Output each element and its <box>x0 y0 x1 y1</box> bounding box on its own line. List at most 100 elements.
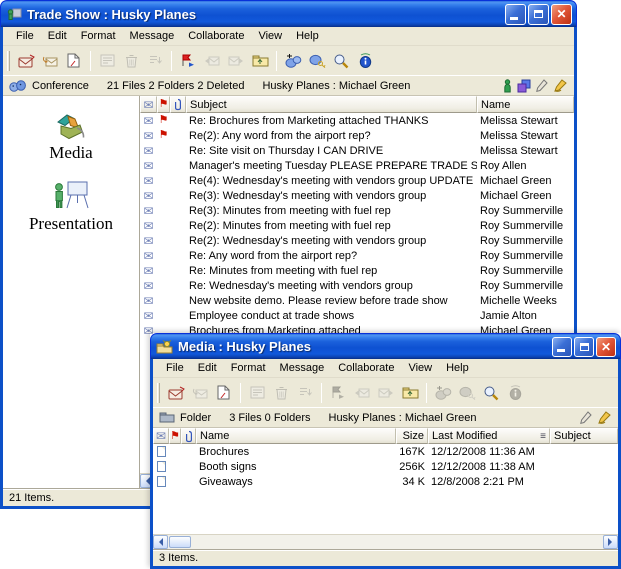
close-button[interactable]: ✕ <box>596 337 616 357</box>
new-document-button[interactable] <box>212 381 236 405</box>
header-subject[interactable]: Subject <box>186 96 477 113</box>
header-flag[interactable]: ⚑ <box>169 428 181 444</box>
table-row[interactable]: ✉⚑Re: Wednesday's meeting with vendors g… <box>140 278 574 293</box>
menu-edit[interactable]: Edit <box>42 28 73 44</box>
horizontal-scrollbar[interactable] <box>153 534 618 549</box>
menu-view[interactable]: View <box>402 360 438 376</box>
pen-icon[interactable] <box>553 79 568 92</box>
summarize-button[interactable] <box>293 381 317 405</box>
reply-button[interactable] <box>188 381 212 405</box>
add-member-button[interactable] <box>431 381 455 405</box>
menu-message[interactable]: Message <box>274 360 331 376</box>
header-attachment[interactable] <box>170 96 186 113</box>
titlebar[interactable]: Media : Husky Planes ✕ <box>150 333 621 359</box>
toolbar-grip[interactable] <box>7 51 10 71</box>
table-row[interactable]: ✉⚑Re(2): Wednesday's meeting with vendor… <box>140 233 574 248</box>
menu-message[interactable]: Message <box>124 28 181 44</box>
prev-unread-button[interactable] <box>200 49 224 73</box>
scroll-right-button[interactable] <box>603 535 618 549</box>
maximize-button[interactable] <box>528 4 549 25</box>
new-document-button[interactable] <box>62 49 86 73</box>
pages-icon[interactable] <box>517 79 531 93</box>
table-row[interactable]: ✉⚑Re(3): Minutes from meeting with fuel … <box>140 203 574 218</box>
table-row[interactable]: ✉⚑Re(2): Any word from the airport rep?M… <box>140 128 574 143</box>
table-row[interactable]: ✉⚑Manager's meeting Tuesday PLEASE PREPA… <box>140 158 574 173</box>
menu-file[interactable]: File <box>10 28 40 44</box>
menu-view[interactable]: View <box>252 28 288 44</box>
toolbar-grip[interactable] <box>157 383 160 403</box>
table-row[interactable]: Booth signs256K12/12/2008 11:38 AM <box>153 459 618 474</box>
header-last-modified[interactable]: Last Modified≡ <box>428 428 550 444</box>
file-list: ✉ ⚑ Name Size Last Modified≡ Subject Bro… <box>153 428 618 549</box>
table-row[interactable]: ✉⚑Re(2): Minutes from meeting with fuel … <box>140 218 574 233</box>
menu-help[interactable]: Help <box>290 28 325 44</box>
table-row[interactable]: Brochures167K12/12/2008 11:36 AM <box>153 444 618 459</box>
header-attachment[interactable] <box>181 428 196 444</box>
history-button[interactable] <box>503 381 527 405</box>
header-name[interactable]: Name <box>196 428 396 444</box>
minimize-button[interactable] <box>552 337 572 357</box>
table-row[interactable]: ✉⚑Re: Any word from the airport rep?Roy … <box>140 248 574 263</box>
menu-bar: File Edit Format Message Collaborate Vie… <box>153 359 618 378</box>
parent-folder-button[interactable] <box>248 49 272 73</box>
table-row[interactable]: ✉⚑Employee conduct at trade showsJamie A… <box>140 308 574 323</box>
sidebar-item-media[interactable]: Media <box>49 112 92 163</box>
delete-button[interactable] <box>269 381 293 405</box>
header-size[interactable]: Size <box>396 428 428 444</box>
reply-icon <box>192 386 209 400</box>
maximize-button[interactable] <box>574 337 594 357</box>
sidebar-item-presentation[interactable]: Presentation <box>29 179 113 234</box>
flag-button[interactable] <box>326 381 350 405</box>
pencil-icon[interactable] <box>580 411 592 424</box>
pencil-icon[interactable] <box>536 79 548 92</box>
header-flag[interactable]: ⚑ <box>157 96 170 113</box>
permissions-button[interactable] <box>305 49 329 73</box>
parent-folder-button[interactable] <box>398 381 422 405</box>
header-subject[interactable]: Subject <box>550 428 618 444</box>
toolbar-separator <box>171 51 172 71</box>
add-member-button[interactable] <box>281 49 305 73</box>
table-row[interactable]: Giveaways34 K12/8/2008 2:21 PM <box>153 474 618 489</box>
table-row[interactable]: ✉⚑Re(3): Wednesday's meeting with vendor… <box>140 188 574 203</box>
summarize-button[interactable] <box>143 49 167 73</box>
flag-button[interactable] <box>176 49 200 73</box>
scrollbar-thumb[interactable] <box>169 536 191 548</box>
reply-button[interactable] <box>38 49 62 73</box>
search-button[interactable] <box>479 381 503 405</box>
properties-button[interactable] <box>245 381 269 405</box>
next-unread-button[interactable] <box>374 381 398 405</box>
table-row[interactable]: ✉⚑Re(4): Wednesday's meeting with vendor… <box>140 173 574 188</box>
menu-format[interactable]: Format <box>75 28 122 44</box>
header-name[interactable]: Name <box>477 96 574 113</box>
subject-cell: Re(2): Wednesday's meeting with vendors … <box>186 235 477 247</box>
menu-edit[interactable]: Edit <box>192 360 223 376</box>
titlebar[interactable]: Trade Show : Husky Planes ✕ <box>0 0 577 27</box>
table-row[interactable]: ✉⚑Re: Site visit on Thursday I CAN DRIVE… <box>140 143 574 158</box>
menu-collaborate[interactable]: Collaborate <box>332 360 400 376</box>
scroll-left-button[interactable] <box>153 535 168 549</box>
table-row[interactable]: ✉⚑Re: Minutes from meeting with fuel rep… <box>140 263 574 278</box>
minimize-button[interactable] <box>505 4 526 25</box>
name-cell: Melissa Stewart <box>477 115 574 127</box>
delete-button[interactable] <box>119 49 143 73</box>
header-message-icon[interactable]: ✉ <box>153 428 169 444</box>
search-button[interactable] <box>329 49 353 73</box>
menu-help[interactable]: Help <box>440 360 475 376</box>
properties-button[interactable] <box>95 49 119 73</box>
prev-unread-button[interactable] <box>350 381 374 405</box>
table-row[interactable]: ✉⚑Re: Brochures from Marketing attached … <box>140 113 574 128</box>
table-row[interactable]: ✉⚑New website demo. Please review before… <box>140 293 574 308</box>
new-message-button[interactable] <box>164 381 188 405</box>
menu-collaborate[interactable]: Collaborate <box>182 28 250 44</box>
name-cell: Melissa Stewart <box>477 145 574 157</box>
new-message-button[interactable] <box>14 49 38 73</box>
permissions-button[interactable] <box>455 381 479 405</box>
pen-icon[interactable] <box>597 411 612 424</box>
menu-file[interactable]: File <box>160 360 190 376</box>
document-icon <box>157 476 166 487</box>
header-message-icon[interactable]: ✉ <box>140 96 157 113</box>
close-button[interactable]: ✕ <box>551 4 572 25</box>
next-unread-button[interactable] <box>224 49 248 73</box>
history-button[interactable] <box>353 49 377 73</box>
menu-format[interactable]: Format <box>225 360 272 376</box>
